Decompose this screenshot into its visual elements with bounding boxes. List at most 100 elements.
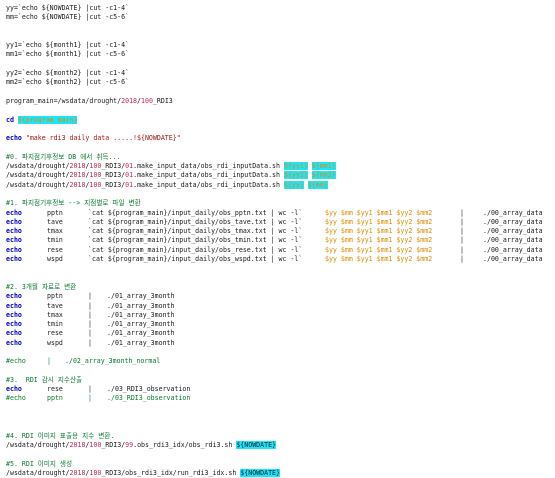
code-line[interactable]: echo "make rdi3 daily data .....!${NOWDA… <box>6 134 552 143</box>
code-token: .make_input_data/obs_rdi_inputData.sh <box>133 171 284 180</box>
code-line[interactable]: /wsdata/drought/2018/100_RDI3/01.make_in… <box>6 180 552 190</box>
code-token: echo <box>6 329 22 338</box>
code-token: ./00_array_data <box>483 227 543 236</box>
code-line[interactable]: #2. 3개월 자료로 변환 <box>6 283 552 292</box>
blank-line[interactable] <box>6 88 552 97</box>
blank-line[interactable] <box>6 450 552 459</box>
blank-line[interactable] <box>6 190 552 199</box>
code-token: rese <box>47 385 63 394</box>
code-line[interactable]: /wsdata/drought/2018/100_RDI3/obs_rdi3_i… <box>6 468 552 478</box>
code-token: 01 <box>125 180 134 189</box>
code-token: mm2=`echo ${month2} |cut -c5-6` <box>6 78 130 87</box>
code-line[interactable]: echo tmin `cat ${program_main}/input_daily… <box>6 236 552 245</box>
code-token: `cat ${program_main}/input_daily/obs_tmi… <box>88 236 307 245</box>
code-token: ${program_main} <box>17 115 78 124</box>
code-line[interactable]: echo tave `cat ${program_main}/input_daily… <box>6 218 552 227</box>
code-token: ${yy} <box>283 180 304 189</box>
code-line[interactable]: yy1=`echo ${month1} |cut -c1-4` <box>6 41 552 50</box>
blank-line[interactable] <box>6 348 552 357</box>
code-token: #4. RDI 이미지 표출용 지수 변환. <box>6 431 115 440</box>
code-token: #5. RDI 이미지 생성 <box>6 459 73 468</box>
code-token: | <box>460 236 464 245</box>
code-line[interactable]: echo tmax `cat ${program_main}/input_daily… <box>6 227 552 236</box>
code-line[interactable]: echo wspd | ./01_array_3month <box>6 339 552 348</box>
code-token: mm=`echo ${NOWDATE} |cut -c5-6` <box>6 13 130 22</box>
blank-line[interactable] <box>6 367 552 376</box>
code-line[interactable]: /wsdata/drought/2018/100_RDI3/99.obs_rdi… <box>6 440 552 450</box>
code-editor[interactable]: yy=`echo ${NOWDATE} |cut -c1-4` mm=`echo … <box>6 4 552 478</box>
code-token: .make_input_data/obs_rdi_inputData.sh <box>133 180 284 189</box>
blank-line[interactable] <box>6 404 552 413</box>
code-line[interactable]: echo rese | ./03_RDI3_observation <box>6 385 552 394</box>
code-token: ${NOWDATE} <box>240 468 280 477</box>
code-token: /wsdata/drought/ <box>6 440 70 449</box>
code-token: wspd <box>47 338 63 347</box>
code-token: | <box>88 310 92 319</box>
code-line[interactable]: yy2=`echo ${month2} |cut -c1-4` <box>6 69 552 78</box>
code-token: 100 <box>89 180 102 189</box>
code-line[interactable]: yy=`echo ${NOWDATE} |cut -c1-4` <box>6 4 552 13</box>
code-line[interactable]: #echo | ./02_array_3month_normal <box>6 357 552 366</box>
code-token: cd <box>6 115 18 124</box>
code-line[interactable]: /wsdata/drought/2018/100_RDI3/01.make_in… <box>6 171 552 180</box>
code-line[interactable]: mm2=`echo ${month2} |cut -c5-6` <box>6 78 552 87</box>
code-line[interactable]: cd ${program_main} <box>6 115 552 125</box>
code-line[interactable]: program_main=/wsdata/drought/2018/100_RD… <box>6 97 552 106</box>
code-token: ./01_array_3month <box>107 292 175 301</box>
code-token: ${mm2} <box>311 171 336 180</box>
blank-line[interactable] <box>6 143 552 152</box>
code-line[interactable]: echo tave | ./01_array_3month <box>6 302 552 311</box>
blank-line[interactable] <box>6 274 552 283</box>
code-token: _RDI3/ <box>101 180 126 189</box>
blank-line[interactable] <box>6 264 552 273</box>
blank-line[interactable] <box>6 413 552 422</box>
code-token: tmax <box>47 227 63 236</box>
code-token: yy2=`echo ${month2} |cut -c1-4` <box>6 69 130 78</box>
code-token: #echo <box>6 357 26 366</box>
code-token: 100 <box>89 162 102 171</box>
code-token: ./01_array_3month <box>107 338 175 347</box>
code-line[interactable]: echo wspd `cat ${program_main}/input_daily… <box>6 255 552 264</box>
code-line[interactable]: echo pptn | ./01_array_3month <box>6 292 552 301</box>
code-line[interactable]: echo rese `cat ${program_main}/input_daily… <box>6 246 552 255</box>
code-token: tmin <box>47 236 63 245</box>
code-token: ${mm1} <box>311 162 336 171</box>
code-token: ${yy1} <box>283 162 308 171</box>
code-token: /wsdata/drought/ <box>6 162 70 171</box>
code-token: echo <box>6 292 22 301</box>
blank-line[interactable] <box>6 60 552 69</box>
code-token: tave <box>47 217 63 226</box>
code-token: /wsdata/drought/ <box>6 180 70 189</box>
code-line[interactable]: mm1=`echo ${month1} |cut -c5-6` <box>6 50 552 59</box>
code-token: 2018 <box>121 96 138 105</box>
code-token: ./00_array_data <box>483 236 543 245</box>
code-line[interactable]: /wsdata/drought/2018/100_RDI3/01.make_in… <box>6 162 552 171</box>
code-token: 2018 <box>69 180 86 189</box>
code-line[interactable]: #5. RDI 이미지 생성 <box>6 460 552 469</box>
blank-line[interactable] <box>6 422 552 431</box>
code-line[interactable]: echo tmax | ./01_array_3month <box>6 311 552 320</box>
code-line[interactable]: #4. RDI 이미지 표출용 지수 변환. <box>6 432 552 441</box>
code-line[interactable]: #echo pptn | ./03_RDI3_observation <box>6 394 552 403</box>
code-line[interactable]: echo rese | ./01_array_3month <box>6 329 552 338</box>
code-token: `cat ${program_main}/input_daily/obs_res… <box>88 245 307 254</box>
code-token: 01 <box>125 162 134 171</box>
blank-line[interactable] <box>6 23 552 32</box>
blank-line[interactable] <box>6 106 552 115</box>
code-token: ${mm} <box>307 180 328 189</box>
code-token: .obs_rdi3_idx/obs_rdi3.sh <box>133 440 237 449</box>
code-line[interactable]: mm=`echo ${NOWDATE} |cut -c5-6` <box>6 13 552 22</box>
blank-line[interactable] <box>6 32 552 41</box>
code-token: pptn <box>47 292 63 301</box>
code-token: echo <box>6 236 22 245</box>
code-line[interactable]: #1. 파지점기후정보 --> 지점별로 파일 변환 <box>6 199 552 208</box>
code-token: 99 <box>125 440 134 449</box>
code-line[interactable]: echo tmin | ./01_array_3month <box>6 320 552 329</box>
code-token: 100 <box>89 468 102 477</box>
code-line[interactable]: echo pptn `cat ${program_main}/input_daily… <box>6 209 552 218</box>
code-line[interactable]: #0. 파지점기후정보 DB 에서 취득... <box>6 153 552 162</box>
code-line[interactable]: #3. RDI 감시 지수산출 <box>6 376 552 385</box>
code-token: | <box>88 292 92 301</box>
blank-line[interactable] <box>6 125 552 134</box>
code-token: /wsdata/drought/ <box>6 468 70 477</box>
